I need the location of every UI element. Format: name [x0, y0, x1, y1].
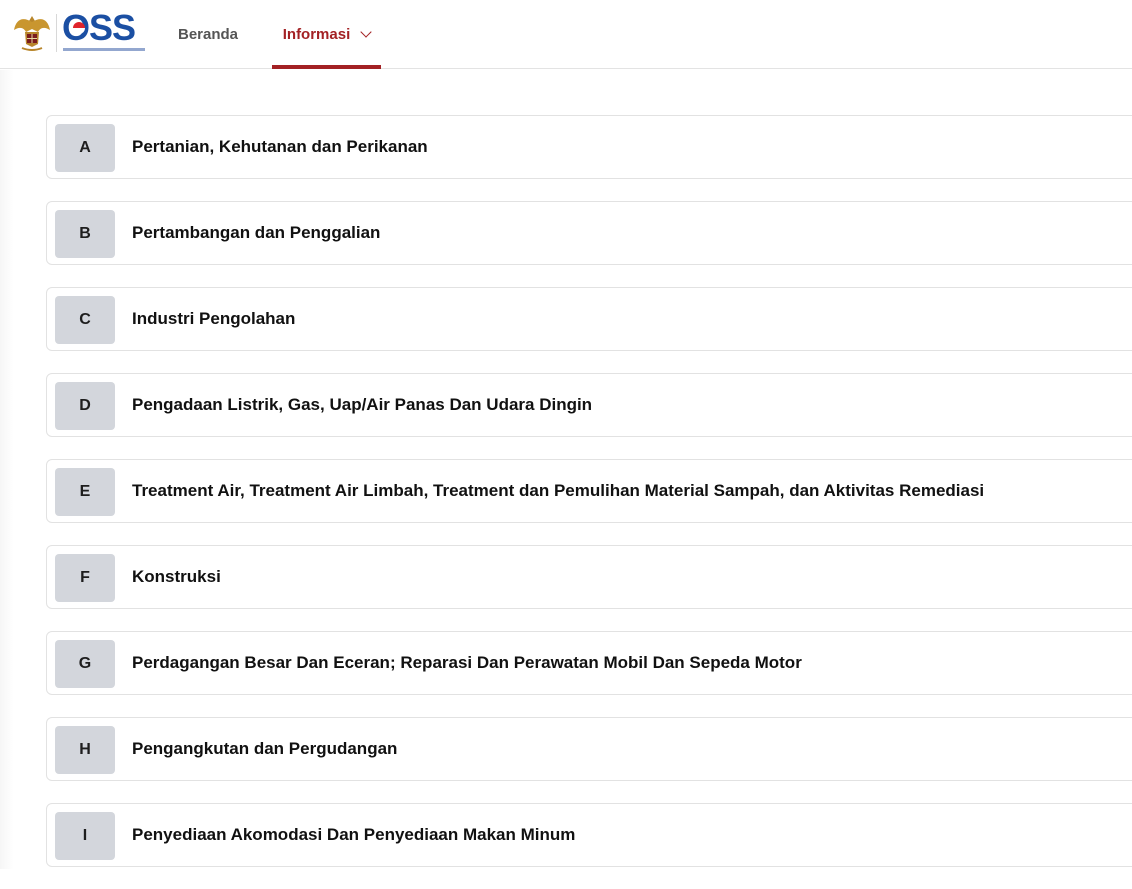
- sector-card-g[interactable]: G Perdagangan Besar Dan Eceran; Reparasi …: [46, 631, 1132, 695]
- sector-title: Industri Pengolahan: [132, 309, 296, 328]
- garuda-emblem-icon[interactable]: [12, 12, 52, 54]
- sector-title: Perdagangan Besar Dan Eceran; Reparasi D…: [132, 653, 802, 672]
- sector-code-badge: B: [55, 210, 115, 258]
- sector-code-badge: A: [55, 124, 115, 172]
- sector-title: Treatment Air, Treatment Air Limbah, Tre…: [132, 481, 985, 500]
- sector-card-c[interactable]: C Industri Pengolahan: [46, 287, 1132, 351]
- nav-informasi-label: Informasi: [282, 26, 351, 43]
- sector-list: A Pertanian, Kehutanan dan Perikanan B Pert…: [46, 115, 1132, 889]
- sector-title: Konstruksi: [132, 567, 221, 586]
- oss-logo[interactable]: OSS: [62, 10, 146, 56]
- sector-card-b[interactable]: B Pertambangan dan Penggalian: [46, 201, 1132, 265]
- flag-dot-icon: [73, 22, 85, 34]
- content-shadow-edge: [0, 70, 14, 869]
- chevron-down-icon: [360, 26, 372, 38]
- sector-card-d[interactable]: D Pengadaan Listrik, Gas, Uap/Air Panas D…: [46, 373, 1132, 437]
- sector-code-badge: F: [55, 554, 115, 602]
- oss-tagline-strip: [63, 48, 145, 51]
- sector-code-badge: H: [55, 726, 115, 774]
- sector-card-i[interactable]: I Penyediaan Akomodasi Dan Penyediaan Mak…: [46, 803, 1132, 867]
- sector-card-e[interactable]: E Treatment Air, Treatment Air Limbah, Tr…: [46, 459, 1132, 523]
- sector-code-badge: I: [55, 812, 115, 860]
- sector-code-badge: C: [55, 296, 115, 344]
- sector-card-f[interactable]: F Konstruksi: [46, 545, 1132, 609]
- sector-title: Pertanian, Kehutanan dan Perikanan: [132, 137, 428, 156]
- top-navbar: OSS Beranda Informasi: [0, 0, 1132, 69]
- nav-beranda[interactable]: Beranda: [178, 0, 238, 69]
- logo-divider: [56, 14, 57, 52]
- sector-card-h[interactable]: H Pengangkutan dan Pergudangan: [46, 717, 1132, 781]
- sector-title: Penyediaan Akomodasi Dan Penyediaan Maka…: [132, 825, 576, 844]
- sector-title: Pengangkutan dan Pergudangan: [132, 739, 398, 758]
- sector-code-badge: D: [55, 382, 115, 430]
- sector-card-a[interactable]: A Pertanian, Kehutanan dan Perikanan: [46, 115, 1132, 179]
- sector-title: Pengadaan Listrik, Gas, Uap/Air Panas Da…: [132, 395, 593, 414]
- sector-code-badge: G: [55, 640, 115, 688]
- sector-title: Pertambangan dan Penggalian: [132, 223, 381, 242]
- nav-informasi[interactable]: Informasi: [272, 0, 381, 69]
- active-tab-indicator: [272, 65, 381, 69]
- nav-beranda-label: Beranda: [178, 26, 239, 43]
- sector-code-badge: E: [55, 468, 115, 516]
